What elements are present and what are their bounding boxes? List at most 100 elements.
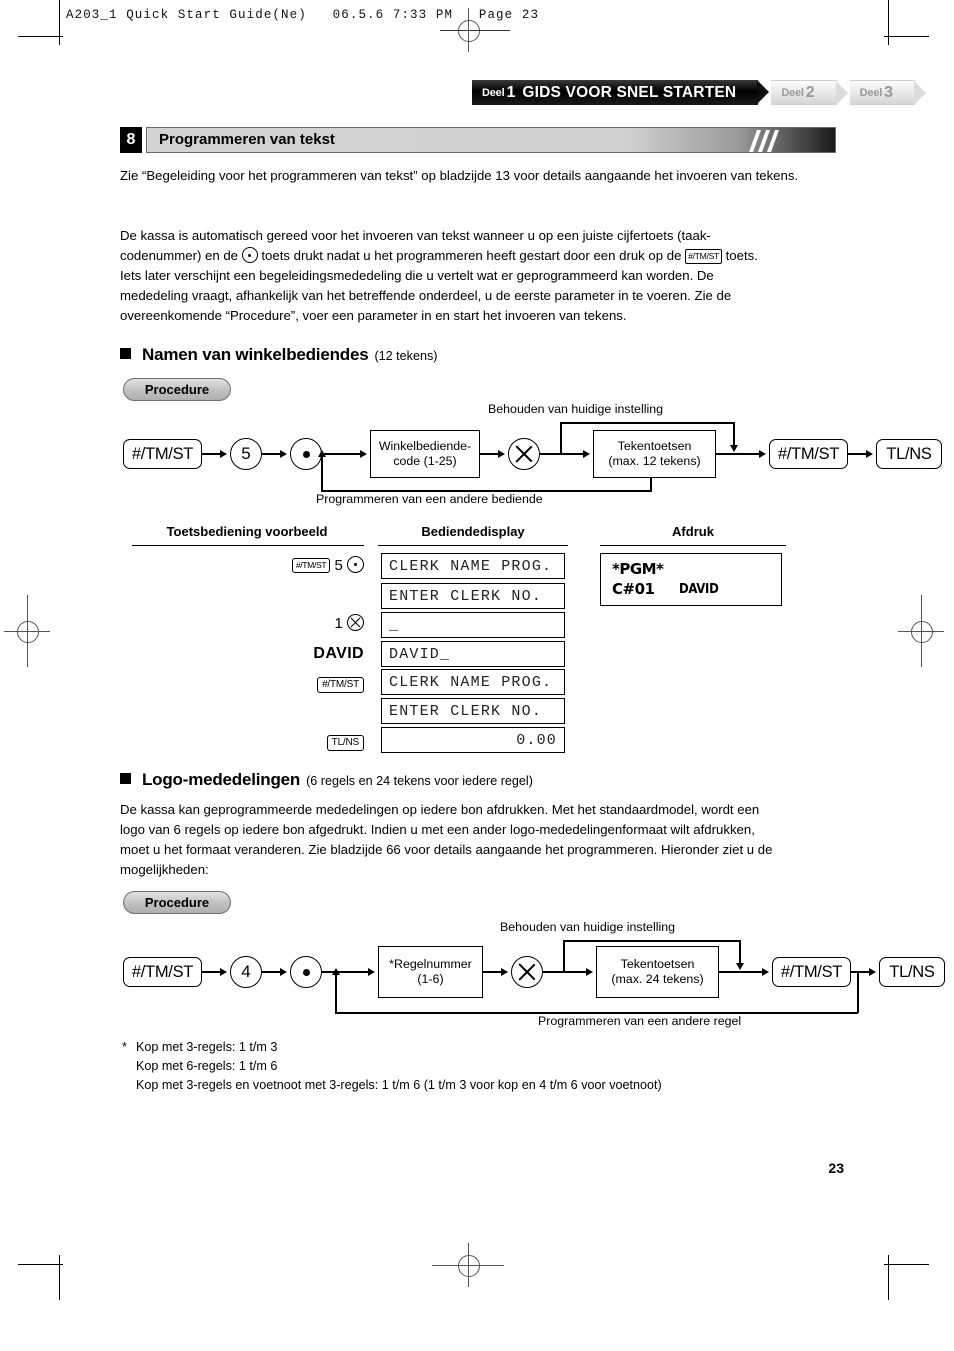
table-row-operation-5: #/TM/ST — [134, 674, 364, 693]
clerk-flow-keep-horiz — [560, 422, 734, 424]
logo-section-heading: Logo-mededelingen (6 regels en 24 tekens… — [120, 770, 533, 790]
logo-heading-title: Logo-mededelingen — [142, 770, 301, 789]
clerk-flow-node-tmst-end: #/TM/ST — [769, 439, 848, 469]
table-row-operation-3: 1 — [134, 614, 364, 632]
table-col-header-operation: Toetsbediening voorbeeld — [166, 524, 328, 539]
tm-st-key-icon-row1: #/TM/ST — [291, 558, 331, 573]
logo-procedure-pill: Procedure — [123, 891, 231, 914]
deel-tab-1-number: 1 — [506, 83, 516, 101]
display-row-6-text: ENTER CLERK NO. — [389, 702, 543, 720]
logo-flow-line-1 — [202, 971, 221, 973]
display-row-7-text: 0.00 — [516, 731, 557, 749]
intro-p2-line2a: codenummer) en de — [120, 248, 239, 263]
deel-tab-3[interactable]: Deel 3 — [849, 80, 927, 105]
display-row-6: ENTER CLERK NO. — [381, 698, 565, 724]
intro-p2-line2c: toets. — [725, 248, 758, 263]
logo-flow-arrow-6 — [762, 967, 769, 976]
clerk-flow-line-5 — [540, 453, 584, 455]
crop-mark-bottom-left-horizontal — [18, 1264, 63, 1265]
display-row-1-text: CLERK NAME PROG. — [389, 557, 553, 575]
logo-flow-line-3 — [322, 971, 369, 973]
deel-tab-3-number: 3 — [884, 83, 893, 101]
deel-tab-2-number: 2 — [805, 83, 815, 101]
registration-mark-bottom — [432, 1243, 504, 1287]
display-row-5-text: CLERK NAME PROG. — [389, 673, 553, 691]
logo-flow-node-char-keys: Tekentoetsen (max. 24 tekens) — [596, 946, 719, 998]
logo-flow-keep-vert-right — [739, 940, 741, 965]
intro-paragraph-2: De kassa is automatisch gereed voor het … — [120, 226, 836, 326]
logo-flow-arrow-3 — [368, 967, 375, 976]
display-row-2-text: ENTER CLERK NO. — [389, 587, 543, 605]
section-number: 8 — [120, 127, 142, 153]
clerk-flow-keep-arrow-down — [729, 445, 738, 452]
crop-mark-top-right-horizontal — [884, 36, 929, 37]
tm-st-key-icon-row5: #/TM/ST — [317, 677, 364, 693]
logo-flow-top-caption: Behouden van huidige instelling — [500, 920, 675, 934]
footnote-line-1: Kop met 3-regels: 1 t/m 3 — [136, 1040, 278, 1054]
clerk-flow-bottom-caption: Programmeren van een andere bediende — [316, 492, 543, 506]
deel-tab-2[interactable]: Deel 2 — [771, 80, 849, 105]
registration-mark-right — [898, 595, 944, 667]
deel-tab-bar: Deel 1 GIDS VOOR SNEL STARTEN Deel 2 Dee… — [472, 80, 927, 105]
clerk-flow-diagram: Behouden van huidige instelling #/TM/ST … — [120, 400, 942, 506]
clerk-procedure-label: Procedure — [144, 382, 210, 397]
clerk-section-heading: Namen van winkelbediendes (12 tekens) — [120, 345, 437, 365]
intro-p2-line4: mededeling vraagt, afhankelijk van het b… — [120, 288, 732, 303]
crop-mark-bottom-left-vertical — [59, 1255, 60, 1300]
crop-mark-top-right-vertical — [888, 0, 889, 45]
logo-flow-node-line-number-line2: (1-6) — [417, 972, 444, 986]
table-rule-print — [600, 545, 786, 547]
logo-flow-node-multiply-key — [511, 956, 543, 988]
clerk-flow-line-2 — [262, 453, 281, 455]
slash-decoration-icon — [748, 130, 787, 152]
display-row-4: DAVID_ — [381, 641, 565, 667]
clerk-heading-title: Namen van winkelbediendes — [142, 345, 369, 364]
footnote-line-2: Kop met 6-regels: 1 t/m 6 — [136, 1059, 278, 1073]
logo-flow-diagram: Behouden van huidige instelling #/TM/ST … — [120, 918, 945, 1028]
crop-mark-top-left-horizontal — [18, 36, 63, 37]
clerk-flow-loop-arrow-up — [317, 450, 326, 457]
crop-mark-bottom-right-vertical — [888, 1255, 889, 1300]
clerk-flow-arrow-4 — [498, 449, 505, 458]
logo-body-line1: De kassa kan geprogrammeerde mededelinge… — [120, 802, 760, 817]
table-row-4-text: DAVID — [313, 645, 364, 662]
intro-p2-line2b: toets drukt nadat u het programmeren hee… — [261, 248, 682, 263]
logo-flow-arrow-1 — [220, 967, 227, 976]
clerk-procedure-pill: Procedure — [123, 378, 231, 401]
logo-flow-node-tmst-start: #/TM/ST — [123, 957, 202, 987]
crop-mark-bottom-right-horizontal — [884, 1264, 929, 1265]
logo-flow-node-tmst-end: #/TM/ST — [772, 957, 851, 987]
display-row-4-text: DAVID_ — [389, 645, 451, 663]
logo-flow-node-char-keys-line2: (max. 24 tekens) — [611, 972, 704, 986]
logo-flow-node-digit-4: 4 — [230, 956, 262, 988]
logo-flow-arrow-5 — [586, 967, 593, 976]
logo-flow-line-6 — [719, 971, 763, 973]
clerk-flow-line-3 — [322, 453, 361, 455]
logo-flow-bottom-caption: Programmeren van een andere regel — [538, 1014, 742, 1028]
print-header-text: A203_1 Quick Start Guide(Ne) 06.5.6 7:33… — [66, 8, 540, 22]
table-row-1-digit: 5 — [334, 557, 343, 574]
receipt-line-2-left: C#01 — [612, 580, 655, 598]
deel-tab-1-small-label: Deel — [482, 86, 505, 99]
tl-ns-key-icon-row7: TL/NS — [326, 735, 364, 751]
table-col-header-display: Bediendedisplay — [421, 524, 525, 539]
table-row-3-digit: 1 — [334, 615, 343, 632]
clerk-flow-arrow-3 — [360, 449, 367, 458]
dot-key-icon-row1 — [347, 556, 364, 573]
multiply-key-icon-row3 — [347, 614, 364, 631]
logo-body-line2: logo van 6 regels op iedere bon afgedruk… — [120, 822, 755, 837]
logo-body-paragraph: De kassa kan geprogrammeerde mededelinge… — [120, 800, 850, 880]
logo-flow-line-2 — [262, 971, 281, 973]
logo-flow-node-line-number-line1: *Regelnummer — [389, 957, 472, 971]
receipt-line-2-right: DAVID — [679, 582, 719, 597]
clerk-flow-node-digit-5: 5 — [230, 438, 262, 470]
deel-tab-1[interactable]: Deel 1 GIDS VOOR SNEL STARTEN — [472, 80, 770, 105]
footnote-line-3: Kop met 3-regels en voetnoot met 3-regel… — [136, 1078, 662, 1092]
clerk-flow-arrow-2 — [280, 449, 287, 458]
logo-flow-keep-vert-left — [563, 940, 565, 972]
clerk-flow-line-4 — [480, 453, 499, 455]
deel-tab-2-small-label: Deel — [781, 86, 804, 99]
display-row-2: ENTER CLERK NO. — [381, 583, 565, 609]
table-row-operation-1: #/TM/ST 5 — [134, 556, 364, 574]
clerk-flow-node-clerk-code: Winkelbediende- code (1-25) — [370, 430, 480, 478]
